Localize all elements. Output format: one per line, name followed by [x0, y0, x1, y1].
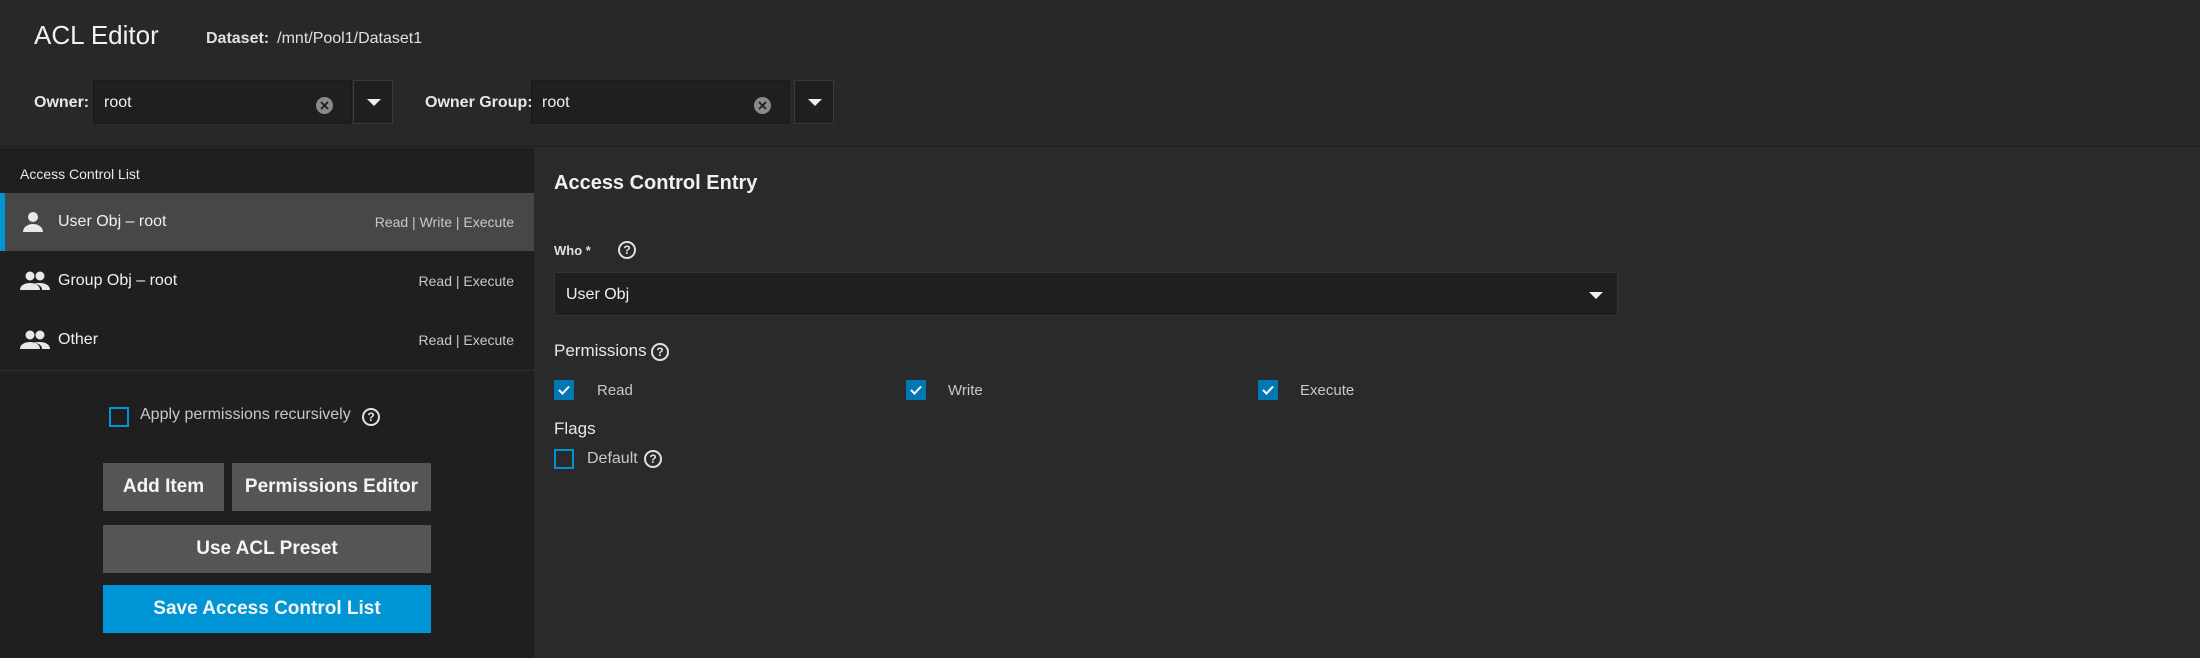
help-icon[interactable]: ? — [362, 408, 380, 426]
group-icon — [20, 269, 50, 298]
read-checkbox[interactable] — [554, 380, 574, 400]
acl-item-permissions: Read | Write | Execute — [374, 214, 514, 230]
acl-item-other[interactable]: Other Read | Execute — [0, 311, 534, 369]
owner-label: Owner: — [34, 94, 90, 111]
acl-item-permissions: Read | Execute — [418, 273, 514, 289]
group-icon — [20, 328, 50, 357]
help-icon[interactable]: ? — [644, 450, 662, 468]
owner-group-value: root — [542, 94, 570, 111]
use-acl-preset-button[interactable]: Use ACL Preset — [103, 525, 431, 573]
dataset-path: /mnt/Pool1/Dataset1 — [277, 30, 423, 47]
execute-label: Execute — [1300, 382, 1355, 399]
clear-icon[interactable] — [316, 97, 333, 114]
divider — [0, 370, 534, 371]
page-title: ACL Editor — [34, 20, 159, 50]
permissions-editor-button[interactable]: Permissions Editor — [232, 463, 431, 511]
person-icon — [20, 210, 46, 239]
acl-list-title: Access Control List — [20, 166, 140, 182]
ace-panel: Access Control Entry Who * ? User Obj Pe… — [534, 148, 2200, 658]
default-flag-label: Default — [587, 450, 638, 467]
permissions-label: Permissions — [554, 341, 647, 360]
who-select[interactable]: User Obj — [554, 272, 1618, 316]
apply-recursive-label: Apply permissions recursively — [140, 406, 351, 423]
owner-value: root — [104, 94, 132, 111]
owner-group-input[interactable]: root — [531, 80, 790, 124]
owner-dropdown-button[interactable] — [353, 80, 393, 124]
chevron-down-icon — [1589, 292, 1603, 299]
clear-icon[interactable] — [754, 97, 771, 114]
owner-group-dropdown-button[interactable] — [794, 80, 834, 124]
acl-item-user-obj[interactable]: User Obj – root Read | Write | Execute — [0, 193, 534, 251]
acl-item-name: Other — [58, 331, 99, 348]
apply-recursive-checkbox[interactable] — [109, 407, 129, 427]
ace-title: Access Control Entry — [554, 172, 758, 194]
acl-panel: Access Control List User Obj – root Read… — [0, 148, 534, 658]
flags-label: Flags — [554, 419, 596, 438]
owner-input[interactable]: root — [93, 80, 352, 124]
acl-item-group-obj[interactable]: Group Obj – root Read | Execute — [0, 252, 534, 310]
owner-group-label: Owner Group: — [425, 94, 533, 111]
acl-item-permissions: Read | Execute — [418, 332, 514, 348]
acl-item-name: Group Obj – root — [58, 272, 178, 289]
read-label: Read — [597, 382, 633, 399]
save-acl-button[interactable]: Save Access Control List — [103, 585, 431, 633]
write-label: Write — [948, 382, 983, 399]
default-flag-checkbox[interactable] — [554, 449, 574, 469]
execute-checkbox[interactable] — [1258, 380, 1278, 400]
write-checkbox[interactable] — [906, 380, 926, 400]
help-icon[interactable]: ? — [618, 241, 636, 259]
dataset-info: Dataset: /mnt/Pool1/Dataset1 — [206, 30, 422, 48]
dataset-label: Dataset: — [206, 30, 270, 47]
header: ACL Editor Dataset: /mnt/Pool1/Dataset1 O… — [0, 0, 2200, 147]
acl-item-name: User Obj – root — [58, 213, 167, 230]
add-item-button[interactable]: Add Item — [103, 463, 224, 511]
help-icon[interactable]: ? — [651, 343, 669, 361]
who-value: User Obj — [566, 286, 630, 303]
who-label: Who * — [554, 243, 591, 258]
